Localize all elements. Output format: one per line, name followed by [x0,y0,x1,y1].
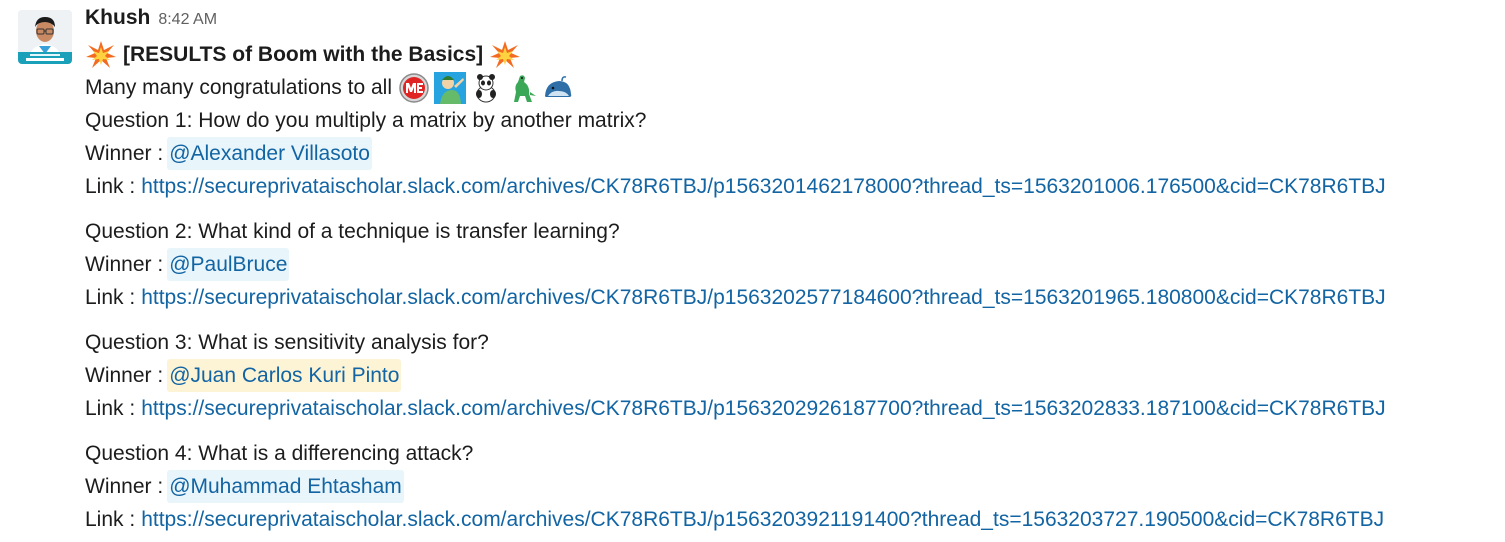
thread-link[interactable]: https://secureprivataischolar.slack.com/… [141,170,1385,203]
winner-line: Winner : @Juan Carlos Kuri Pinto [85,359,1505,392]
question-text: Question 2: What kind of a technique is … [85,220,620,243]
question-text: Question 1: How do you multiply a matrix… [85,109,647,132]
avatar-image [18,10,72,64]
boom-icon [490,40,521,68]
winner-line: Winner : @PaulBruce [85,248,1505,281]
winner-label: Winner : [85,364,164,387]
thread-link[interactable]: https://secureprivataischolar.slack.com/… [141,503,1384,536]
link-line: Link : https://secureprivataischolar.sla… [85,170,1505,203]
whale-icon[interactable] [542,72,574,104]
question-text: Question 3: What is sensitivity analysis… [85,331,489,354]
thread-link[interactable]: https://secureprivataischolar.slack.com/… [141,392,1385,425]
question-text: Question 4: What is a differencing attac… [85,442,474,465]
link-label: Link : [85,286,136,309]
congrats-line: Many many congratulations to all [85,71,1505,104]
winner-label: Winner : [85,475,164,498]
message: Khush 8:42 AM [RESULTS of Boom with the … [0,0,1505,542]
message-content: Khush 8:42 AM [RESULTS of Boom with the … [85,6,1505,536]
link-label: Link : [85,397,136,420]
panda-icon[interactable] [470,72,502,104]
question-block: Question 1: How do you multiply a matrix… [85,104,1505,203]
question-block: Question 3: What is sensitivity analysis… [85,326,1505,425]
user-mention-self[interactable]: @Juan Carlos Kuri Pinto [167,359,402,392]
question-block: Question 4: What is a differencing attac… [85,437,1505,536]
emoji-row [398,71,574,104]
boom-icon [86,40,116,68]
avatar[interactable] [18,10,72,64]
winner-label: Winner : [85,142,164,165]
author-name[interactable]: Khush [85,6,150,30]
congrats-text: Many many congratulations to all [85,76,392,99]
message-title: [RESULTS of Boom with the Basics] [123,43,484,66]
message-header: Khush 8:42 AM [85,6,1505,38]
winner-line: Winner : @Alexander Villasoto [85,137,1505,170]
question-block: Question 2: What kind of a technique is … [85,215,1505,314]
link-line: Link : https://secureprivataischolar.sla… [85,392,1505,425]
message-title-line: [RESULTS of Boom with the Basics] [85,38,1505,71]
link-label: Link : [85,175,136,198]
winner-label: Winner : [85,253,164,276]
winner-line: Winner : @Muhammad Ehtasham [85,470,1505,503]
message-timestamp[interactable]: 8:42 AM [158,11,217,29]
user-mention[interactable]: @Muhammad Ehtasham [167,470,404,503]
party-person-icon[interactable] [434,71,466,104]
user-mention[interactable]: @PaulBruce [167,248,290,281]
link-line: Link : https://secureprivataischolar.sla… [85,503,1505,536]
me-badge-icon[interactable] [398,72,430,104]
link-label: Link : [85,508,136,531]
user-mention[interactable]: @Alexander Villasoto [167,137,372,170]
link-line: Link : https://secureprivataischolar.sla… [85,281,1505,314]
dinosaur-icon[interactable] [506,72,538,104]
thread-link[interactable]: https://secureprivataischolar.slack.com/… [141,281,1385,314]
